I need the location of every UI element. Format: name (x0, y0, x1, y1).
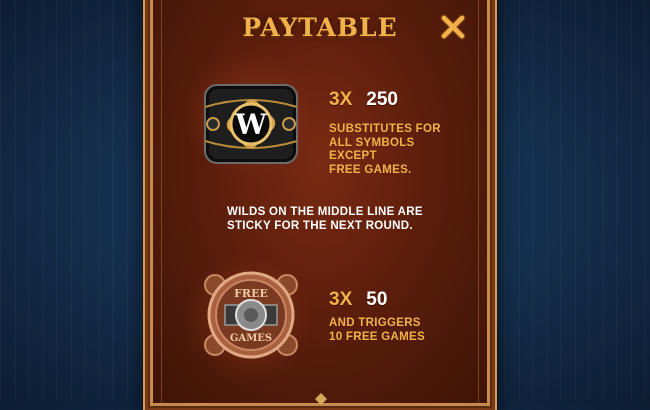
free-games-description: AND TRIGGERS 10 FREE GAMES (329, 317, 425, 343)
free-games-symbol-bottom-text: GAMES (230, 333, 272, 344)
wild-payout: 250 (366, 89, 398, 110)
scroll-down-arrow-icon (315, 393, 327, 405)
free-games-pay-line: 3X 50 (329, 289, 387, 311)
wild-description: SUBSTITUTES FOR ALL SYMBOLS EXCEPT FREE … (329, 123, 441, 176)
free-games-multiplier: 3X (329, 289, 353, 310)
wild-symbol: W (199, 79, 303, 169)
free-games-symbol-top-text: FREE (234, 287, 268, 300)
sticky-wilds-note: WILDS ON THE MIDDLE LINE ARE STICKY FOR … (227, 206, 423, 232)
wild-letter: W (234, 108, 267, 141)
free-games-symbol: FREE GAMES (199, 267, 303, 363)
free-games-payout: 50 (366, 289, 388, 310)
page-title: PAYTABLE (242, 13, 398, 42)
scroll-down-button[interactable] (315, 392, 327, 405)
wild-pay-line: 3X 250 (329, 89, 398, 111)
close-x-icon (440, 14, 466, 40)
wild-w-symbol-icon: W (204, 84, 298, 164)
wild-multiplier: 3X (329, 89, 353, 110)
close-button[interactable] (439, 13, 467, 41)
free-games-dial-icon: FREE GAMES (204, 271, 298, 359)
paytable-panel: PAYTABLE W 3X 250 SUBSTITUTES FOR ALL SYM… (148, 0, 492, 408)
